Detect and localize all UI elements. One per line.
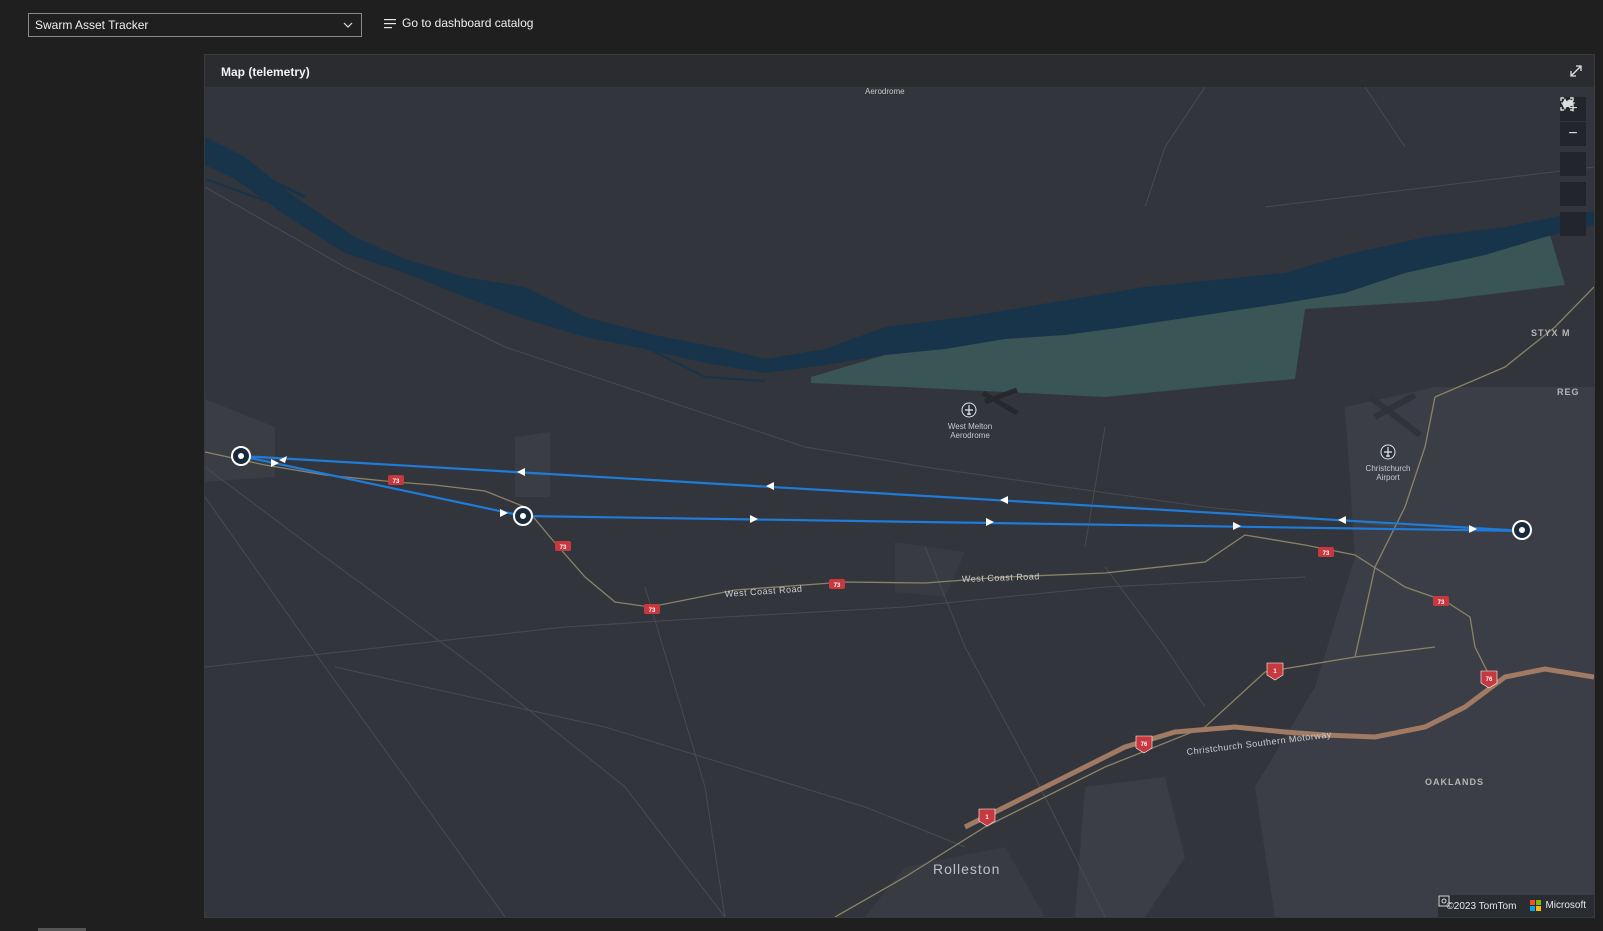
microsoft-attribution: Microsoft	[1530, 900, 1586, 912]
tile-header: Map (telemetry)	[205, 55, 1594, 88]
map-label-oaklands: OAKLANDS	[1425, 777, 1484, 787]
map-label-reg: REG	[1557, 387, 1580, 397]
tomtom-attribution[interactable]: ©2023 TomTom	[1446, 901, 1516, 912]
map-label-aerodrome: Aerodrome	[865, 87, 905, 96]
dashboard-select-value: Swarm Asset Tracker	[35, 18, 149, 32]
map-label-west-melton: West Melton Aerodrome	[947, 422, 993, 440]
top-bar: Swarm Asset Tracker Go to dashboard cata…	[0, 0, 1603, 50]
map-label-christchurch-airport: Christchurch Airport	[1365, 464, 1411, 482]
fullscreen-icon	[1560, 97, 1574, 111]
map-layer: 73 73 73 73 73 73 1 1 76 76 West Coast R…	[205, 87, 1594, 917]
tile-title: Map (telemetry)	[221, 65, 310, 79]
catalog-link-label: Go to dashboard catalog	[402, 16, 534, 30]
svg-text:73: 73	[1323, 551, 1330, 557]
map-label-rolleston: Rolleston	[933, 861, 1001, 877]
svg-text:76: 76	[1486, 677, 1493, 683]
svg-text:73: 73	[393, 479, 400, 485]
dashboard-catalog-link[interactable]: Go to dashboard catalog	[384, 16, 533, 30]
svg-text:73: 73	[834, 583, 841, 589]
feedback-icon[interactable]	[1438, 895, 1450, 907]
map-attribution: ©2023 TomTom Microsoft	[1438, 895, 1594, 917]
map-controls: + −	[1560, 97, 1586, 237]
svg-text:73: 73	[649, 608, 656, 614]
airport-icon	[1380, 444, 1396, 460]
asset-marker	[231, 446, 251, 466]
expand-icon[interactable]	[1568, 63, 1584, 79]
fullscreen-button[interactable]	[1560, 97, 1586, 236]
compass-button[interactable]	[1560, 98, 1586, 176]
asset-marker	[513, 506, 533, 526]
svg-text:73: 73	[560, 545, 567, 551]
chevron-down-icon	[343, 22, 353, 28]
airport-icon	[961, 402, 977, 418]
map-tile: Map (telemetry) 73 73 73 73 73 73 1 1 76…	[204, 54, 1595, 918]
list-icon	[384, 18, 396, 28]
svg-text:76: 76	[1141, 742, 1148, 748]
pitch-button[interactable]	[1560, 99, 1586, 206]
left-panel	[0, 50, 204, 931]
svg-text:73: 73	[1438, 600, 1445, 606]
zoom-out-button[interactable]: −	[1560, 122, 1586, 146]
dashboard-select[interactable]: Swarm Asset Tracker	[28, 13, 362, 37]
map-canvas[interactable]: 73 73 73 73 73 73 1 1 76 76 West Coast R…	[205, 87, 1594, 917]
map-label-styx: STYX M	[1531, 328, 1571, 338]
asset-marker	[1512, 520, 1532, 540]
microsoft-label: Microsoft	[1545, 900, 1586, 912]
microsoft-logo-icon	[1530, 900, 1542, 912]
